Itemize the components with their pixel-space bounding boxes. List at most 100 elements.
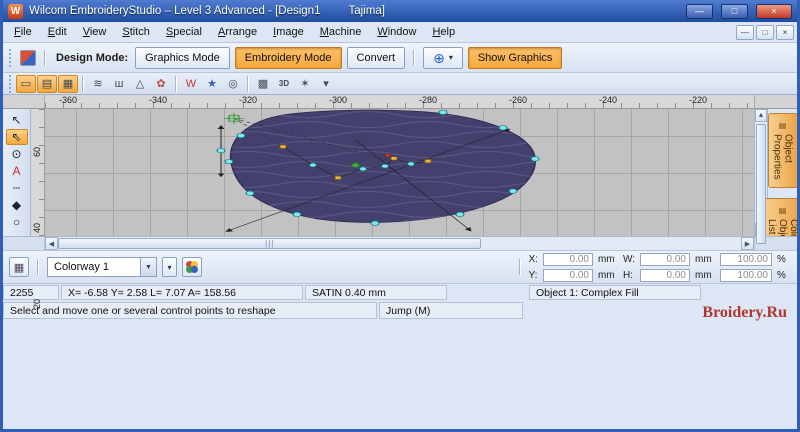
colorway-menu-button[interactable]: ▾: [162, 257, 177, 277]
convert-button[interactable]: Convert: [346, 46, 406, 69]
mdi-close-icon: ×: [782, 27, 788, 37]
mdi-close-button[interactable]: ×: [776, 24, 794, 40]
close-button[interactable]: ×: [756, 3, 792, 19]
zigzag-stitch-icon[interactable]: ≋: [88, 75, 108, 93]
circle-tool[interactable]: ○: [6, 214, 28, 230]
scroll-grip-icon: |||: [265, 239, 275, 248]
vertical-scroll-thumb[interactable]: [756, 124, 766, 244]
select-tool[interactable]: ↖: [6, 112, 28, 128]
hoop-globe-button[interactable]: ⊕ ▾: [423, 46, 463, 69]
x-field[interactable]: 0.00: [542, 252, 593, 266]
title-bar: W Wilcom EmbroideryStudio – Level 3 Adva…: [3, 0, 797, 22]
status-bar: 2255 X= -6.58 Y= 2.58 L= 7.07 A= 158.56 …: [3, 283, 797, 300]
embroidery-mode-button[interactable]: Embroidery Mode: [234, 46, 342, 69]
grid-fill-icon[interactable]: ▩: [253, 75, 273, 93]
separator: [44, 49, 46, 66]
left-arrow-icon: ◀: [48, 240, 55, 248]
toolbar-grip[interactable]: [9, 48, 13, 67]
menu-item-window[interactable]: Window: [369, 24, 424, 40]
app-icon: W: [8, 3, 23, 19]
menu-item-machine[interactable]: Machine: [312, 24, 370, 40]
menu-item-view[interactable]: View: [75, 24, 115, 40]
horizontal-scroll-track[interactable]: |||: [58, 237, 741, 250]
scrollbar-corner: [3, 237, 45, 250]
minimize-button[interactable]: —: [686, 3, 713, 19]
ruler-tick-v: 20: [32, 299, 42, 310]
show-graphics-button[interactable]: Show Graphics: [467, 46, 563, 69]
3d-effect-icon[interactable]: 3D: [274, 75, 294, 93]
scroll-up-button[interactable]: ▲: [755, 109, 767, 122]
tatami-stitch-icon[interactable]: ▦: [58, 74, 78, 93]
y-unit: mm: [597, 269, 615, 281]
app-window: W Wilcom EmbroideryStudio – Level 3 Adva…: [0, 0, 800, 432]
window-title: Wilcom EmbroideryStudio – Level 3 Advanc…: [29, 5, 321, 17]
object-dimensions: X: 0.00 mm W: 0.00 mm 100.00 % Y: 0.00 m…: [528, 252, 790, 282]
height-field[interactable]: 0.00: [640, 268, 690, 282]
tab-object-properties[interactable]: ▤ Object Properties: [767, 113, 797, 188]
main-area: ↖⇖⊙A┄◆○▭✎✱ 60 40 20: [3, 109, 797, 309]
colorway-bar: ▦ Colorway 1 ▼ ▾ X: 0.00 mm W: 0.00 mm 1…: [3, 250, 797, 283]
lettering-tool[interactable]: A: [6, 163, 28, 179]
design-mode-label: Design Mode:: [56, 51, 129, 64]
tab-object-properties-label: Object Properties: [771, 134, 794, 180]
menu-item-file[interactable]: File: [6, 24, 40, 40]
vertical-scroll-track[interactable]: [755, 122, 767, 244]
mdi-minimize-button[interactable]: —: [736, 24, 754, 40]
run-stitch-tool[interactable]: ┄: [6, 180, 28, 196]
menu-item-image[interactable]: Image: [265, 24, 312, 40]
graphics-mode-button[interactable]: Graphics Mode: [135, 46, 230, 69]
y-field[interactable]: 0.00: [542, 268, 593, 282]
triangle-fill-icon[interactable]: △: [130, 75, 150, 93]
w-unit: mm: [695, 253, 712, 265]
horizontal-scroll-thumb[interactable]: |||: [58, 238, 482, 249]
watermark-text: Broidery.Ru: [702, 304, 787, 321]
mdi-restore-icon: □: [762, 27, 768, 37]
e-stitch-icon[interactable]: ш: [109, 75, 129, 93]
x-label: X:: [528, 253, 538, 265]
design-canvas[interactable]: [45, 109, 754, 236]
wave-effect-icon[interactable]: W: [181, 75, 201, 93]
menu-item-special[interactable]: Special: [158, 24, 210, 40]
maximize-button[interactable]: □: [721, 3, 748, 19]
menu-item-edit[interactable]: Edit: [40, 24, 75, 40]
colorway-colors-button[interactable]: [182, 257, 202, 277]
combo-dropdown-icon[interactable]: ▼: [140, 258, 156, 276]
mdi-minimize-icon: —: [741, 27, 749, 37]
design-window-icon[interactable]: [20, 49, 36, 66]
properties-tab-icon: ▤: [778, 121, 787, 130]
separator: [37, 259, 39, 275]
vertical-scrollbar[interactable]: ▲ ▼: [754, 109, 767, 244]
reshape-tool[interactable]: ⇖: [5, 129, 28, 145]
outline-stitch-icon[interactable]: ▭: [16, 74, 36, 93]
scale-y-field[interactable]: 100.00: [720, 268, 772, 282]
ruler-tick-h: -280: [419, 95, 438, 105]
menu-item-arrange[interactable]: Arrange: [210, 24, 265, 40]
separator: [518, 259, 521, 275]
mdi-restore-button[interactable]: □: [756, 24, 774, 40]
zoom-tool[interactable]: ⊙: [6, 146, 28, 162]
ruler-tick-h: -220: [689, 95, 708, 105]
colorway-grid-button[interactable]: ▦: [9, 257, 29, 277]
colorway-select[interactable]: Colorway 1 ▼: [47, 257, 157, 277]
scroll-right-button[interactable]: ▶: [741, 237, 754, 250]
more-stitches-icon[interactable]: ▾: [316, 75, 336, 93]
h-label: H:: [622, 269, 633, 281]
sparkle-effect-icon[interactable]: ✶: [295, 75, 315, 93]
closed-shape-tool[interactable]: ◆: [6, 197, 28, 213]
toolbar-grip[interactable]: [9, 74, 13, 93]
x-unit: mm: [597, 253, 615, 265]
scale-x-field[interactable]: 100.00: [720, 252, 772, 266]
menu-item-stitch[interactable]: Stitch: [114, 24, 158, 40]
menu-item-help[interactable]: Help: [424, 24, 463, 40]
horizontal-scrollbar[interactable]: ◀ ||| ▶: [3, 236, 797, 250]
stitch-toolbar: ▭ ▤ ▦ ≋ ш △ ✿ W ★ ◎ ▩ 3D ✶ ▾: [3, 73, 797, 95]
satin-stitch-icon[interactable]: ▤: [37, 74, 57, 93]
contour-fill-icon[interactable]: ◎: [223, 75, 243, 93]
width-field[interactable]: 0.00: [640, 252, 690, 266]
motif-run-icon[interactable]: ✿: [151, 75, 171, 93]
design-canvas-svg: [216, 109, 540, 232]
chevron-down-icon: ▾: [448, 53, 453, 62]
star-fill-icon[interactable]: ★: [202, 75, 222, 93]
ruler-tick-h: -360: [59, 95, 78, 105]
scroll-left-button[interactable]: ◀: [45, 237, 58, 250]
